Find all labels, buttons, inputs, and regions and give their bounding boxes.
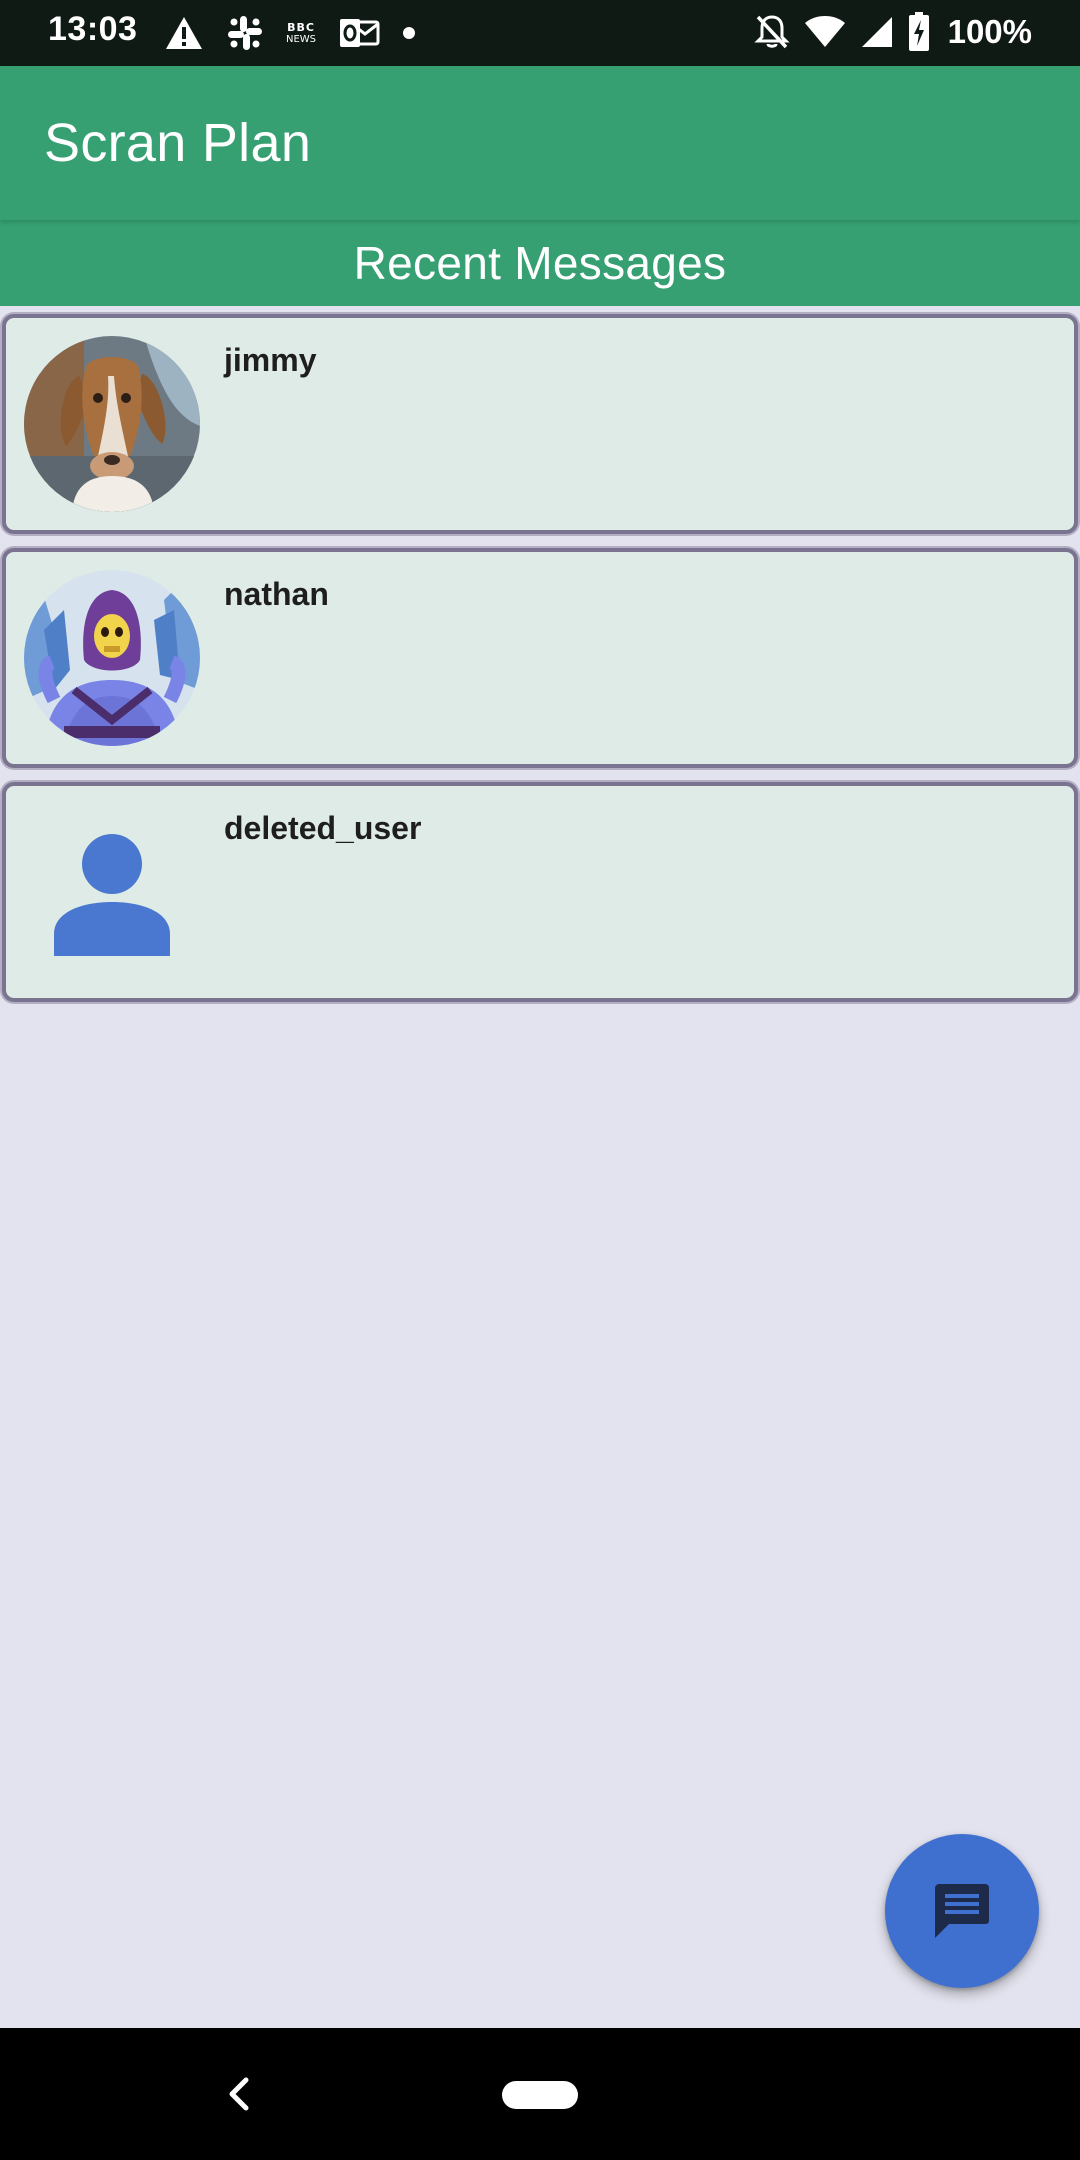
bbc-label: BBC [287,20,315,34]
avatar-deleted-user [24,804,200,980]
message-sender-name: jimmy [224,342,317,378]
screen: 13:03 BBC NEWS 100% Scran Plan Recent Me… [0,0,1080,2160]
outlook-icon [338,16,380,50]
bbc-news-icon: BBC NEWS [286,22,316,45]
notification-icons: BBC NEWS [164,12,416,54]
message-sender-name: nathan [224,576,329,612]
system-status-icons: 100% [753,8,1032,56]
message-item-nathan[interactable]: nathan [2,548,1078,768]
back-icon[interactable] [222,2074,258,2119]
new-message-button[interactable] [885,1834,1039,1988]
news-label: NEWS [286,33,317,45]
dog-photo [24,336,200,512]
section-title: Recent Messages [353,237,727,289]
home-pill[interactable] [502,2081,578,2109]
wifi-icon [804,15,846,49]
navigation-bar [0,2028,1080,2160]
chat-message-icon [935,1884,989,1938]
avatar-nathan [24,570,200,746]
skeletor-cartoon [24,570,200,746]
slack-icon [226,14,264,52]
default-person-icon [54,834,170,956]
app-bar: Scran Plan [0,66,1080,220]
notifications-off-icon [753,13,790,51]
avatar-jimmy [24,336,200,512]
app-title: Scran Plan [44,113,312,173]
section-header: Recent Messages [0,220,1080,306]
message-item-jimmy[interactable]: jimmy [2,314,1078,534]
status-bar: 13:03 BBC NEWS 100% [0,0,1080,66]
signal-icon [860,15,894,49]
battery-percentage: 100% [947,13,1032,50]
message-item-deleted-user[interactable]: deleted_user [2,782,1078,1002]
message-sender-name: deleted_user [224,810,422,846]
battery-charging-icon [908,12,930,52]
message-list: jimmy nathan deleted_user [0,314,1080,1016]
warning-icon [164,15,204,51]
dot-icon [402,26,416,40]
status-time: 13:03 [48,10,138,48]
